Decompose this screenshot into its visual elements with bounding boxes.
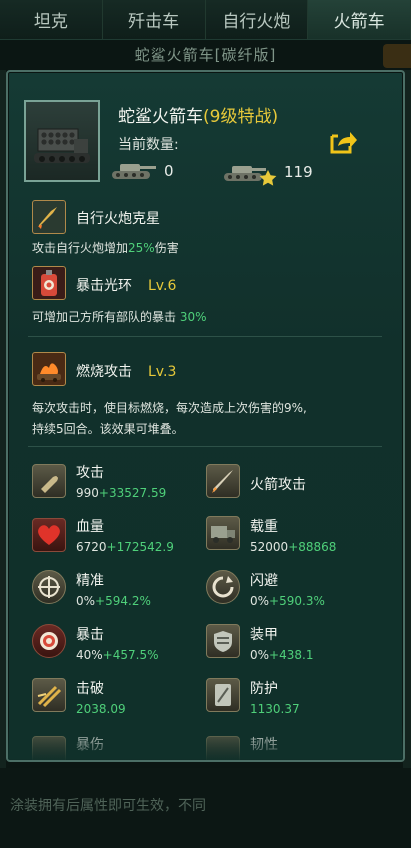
elite-count: 119 [222,158,313,186]
tab-tank-destroyer[interactable]: 歼击车 [102,0,206,39]
stat-armor-value: 0%+438.1 [250,648,314,662]
skill-1-title: 自行火炮克星 [76,211,160,227]
tab-rocket-vehicle[interactable]: 火箭车 [308,0,411,39]
background-skin-note: 涂装拥有后属性即可生效，不同 [10,798,206,814]
bullet-icon [32,464,66,498]
target-bag-icon [32,266,66,300]
unit-portrait [24,100,100,182]
tank-icon [112,164,156,179]
stat-accuracy-label: 精准 [76,573,104,589]
stat-crit-value: 40%+457.5% [76,648,159,662]
stat-defense-label: 防护 [250,681,278,697]
stat-defense-value: 1130.37 [250,702,300,716]
stat-break-value: 2038.09 [76,702,126,716]
crit-target-icon [32,624,66,658]
stat-attack-value: 990+33527.59 [76,486,167,500]
skill-3-desc: 每次攻击时，使目标燃烧，每次造成上次伤害的9%, 持续5回合。该效果可堆叠。 [32,401,307,436]
stat-accuracy-value: 0%+594.2% [76,594,151,608]
skill-2-level: Lv.6 [148,278,177,294]
shield-icon [206,678,240,712]
background-side-button [383,44,411,68]
elite-count-value: 119 [284,163,313,181]
divider [28,446,382,447]
stat-dodge-label: 闪避 [250,573,278,589]
unit-name-text: 蛇鲨火箭车 [118,107,203,127]
skill-2-desc: 可增加己方所有部队的暴击 30% [32,310,207,324]
unit-name: 蛇鲨火箭车(9级特战) [118,102,278,127]
elite-tank-icon [224,166,277,186]
skill-2-title: 暴击光环 Lv.6 [76,278,177,294]
crosshair-icon [32,570,66,604]
unit-detail-popup: 蛇鲨火箭车(9级特战) 当前数量: 0 119 自行火炮克星 攻击自行火炮增加2… [6,70,405,762]
heart-icon [32,518,66,552]
current-count-label: 当前数量: [118,137,179,153]
share-button[interactable] [328,128,358,156]
stat-hp-value: 6720+172542.9 [76,540,174,554]
stat-load-value: 52000+88868 [250,540,337,554]
stat-break-label: 击破 [76,681,104,697]
tab-tank[interactable]: 坦克 [0,0,103,39]
normal-count: 0 [108,158,174,184]
stat-armor-label: 装甲 [250,627,278,643]
divider [28,336,382,337]
stat-attack-label: 攻击 [76,465,104,481]
scroll-fade [8,724,403,760]
skill-3-level: Lv.3 [148,364,177,380]
rocket-icon [206,464,240,498]
truck-icon [206,516,240,550]
tab-self-propelled-artillery[interactable]: 自行火炮 [205,0,309,39]
stat-crit-label: 暴击 [76,627,104,643]
background-skin-title: 蛇鲨火箭车[碳纤版] [134,46,277,64]
unit-type-tabs: 坦克 歼击车 自行火炮 火箭车 [0,0,411,40]
normal-count-value: 0 [164,162,174,180]
armor-icon [206,624,240,658]
skill-1-desc: 攻击自行火炮增加25%伤害 [32,241,179,255]
skill-3-title: 燃烧攻击 Lv.3 [76,364,177,380]
unit-grade: (9级特战) [203,107,279,127]
stat-dodge-value: 0%+590.3% [250,594,325,608]
stat-rocket-attack-label: 火箭攻击 [250,477,306,493]
rocket-launcher-icon [34,128,90,163]
share-icon [330,132,357,154]
stat-load-label: 载重 [250,519,278,535]
burn-vehicle-icon [32,352,66,386]
dodge-icon [206,570,240,604]
stat-hp-label: 血量 [76,519,104,535]
rocket-shell-icon [32,200,66,234]
pierce-icon [32,678,66,712]
